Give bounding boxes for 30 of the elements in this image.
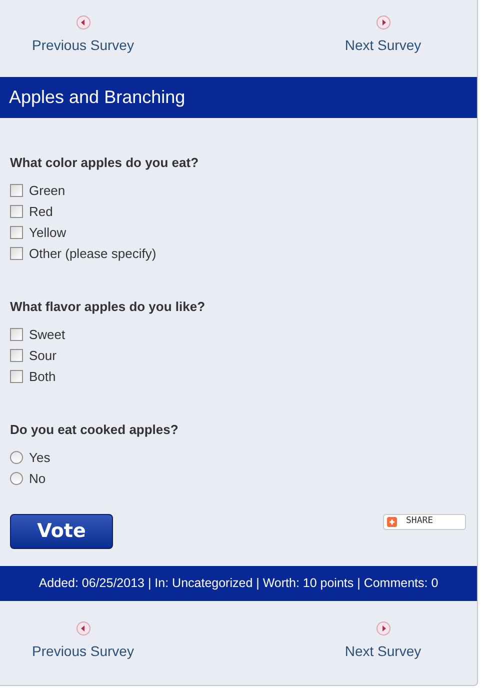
checkbox[interactable] <box>10 370 23 383</box>
question-text: What color apples do you eat? <box>10 154 200 172</box>
option-label: Green <box>29 182 66 200</box>
checkbox[interactable] <box>10 226 23 239</box>
option-label: Sour <box>29 346 56 365</box>
previous-survey-link[interactable]: Previous Survey <box>32 641 134 662</box>
option-label: Yellow <box>29 224 66 242</box>
checkbox[interactable] <box>10 247 23 260</box>
option-label: Other (please specify) <box>29 244 156 263</box>
checkbox[interactable] <box>10 328 23 341</box>
option-label: No <box>29 470 46 488</box>
survey-meta-text: Added: 06/25/2013 | In: Uncategorized | Worth: 10 points | Comments: 0 <box>38 575 438 592</box>
plus-icon <box>387 517 397 527</box>
next-survey-link[interactable]: Next Survey <box>344 641 422 662</box>
checkbox[interactable] <box>10 205 23 218</box>
question-text: What flavor apples do you like? <box>10 298 206 316</box>
checkbox[interactable] <box>10 184 23 197</box>
radio-button[interactable] <box>10 451 23 464</box>
checkbox[interactable] <box>10 349 23 362</box>
vote-button[interactable]: Vote <box>10 514 113 549</box>
option-label: Yes <box>29 448 50 467</box>
next-survey-link[interactable]: Next Survey <box>344 35 422 56</box>
share-button[interactable]: SHARE <box>383 514 466 530</box>
option-label: Both <box>29 368 56 386</box>
question-text: Do you eat cooked apples? <box>10 421 180 439</box>
option-label: Sweet <box>29 326 66 344</box>
option-label: Red <box>29 202 53 221</box>
survey-title: Apples and Branching <box>9 86 186 109</box>
radio-button[interactable] <box>10 472 23 485</box>
previous-survey-link[interactable]: Previous Survey <box>32 35 134 56</box>
